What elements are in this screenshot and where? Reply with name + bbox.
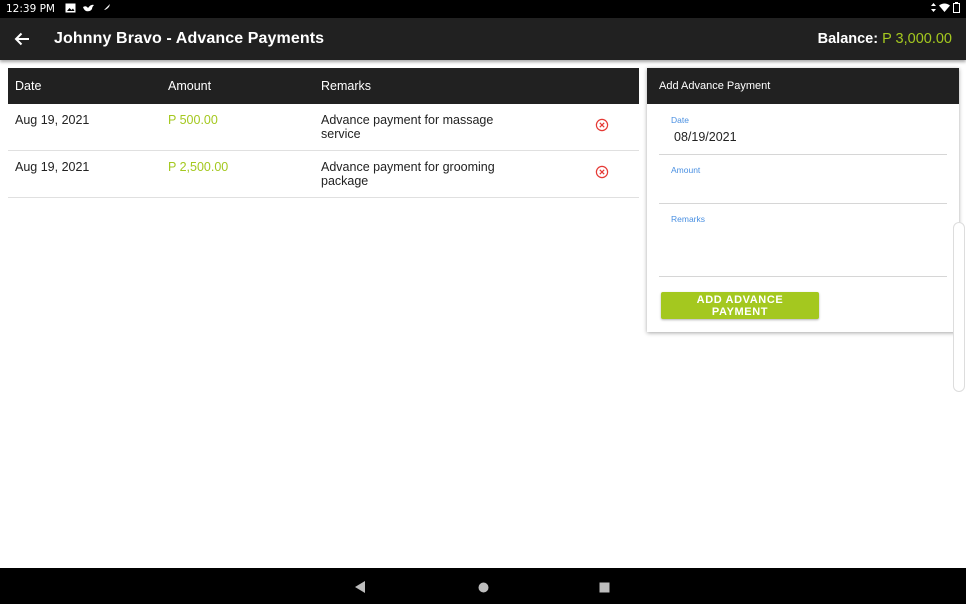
header-date: Date bbox=[15, 79, 42, 93]
payments-table: Date Amount Remarks Aug 19, 2021 P 500.0… bbox=[8, 68, 639, 198]
row-date: Aug 19, 2021 bbox=[15, 160, 90, 174]
date-label: Date bbox=[671, 115, 689, 125]
image-icon bbox=[65, 3, 76, 16]
add-advance-payment-button[interactable]: ADD ADVANCE PAYMENT bbox=[661, 292, 819, 319]
bird-icon bbox=[82, 3, 95, 16]
data-arrows-icon bbox=[931, 3, 936, 15]
row-amount: P 2,500.00 bbox=[168, 160, 229, 174]
back-arrow-icon[interactable] bbox=[10, 27, 34, 51]
feather-icon bbox=[101, 3, 111, 16]
amount-field[interactable]: Amount bbox=[659, 162, 947, 204]
delete-icon[interactable] bbox=[595, 165, 609, 179]
header-remarks: Remarks bbox=[321, 79, 372, 93]
remarks-field[interactable]: Remarks bbox=[659, 210, 947, 277]
nav-recents-icon[interactable] bbox=[599, 580, 610, 598]
amount-label: Amount bbox=[671, 165, 701, 175]
delete-icon[interactable] bbox=[595, 118, 609, 132]
remarks-label: Remarks bbox=[671, 214, 706, 224]
table-row: Aug 19, 2021 P 500.00 Advance payment fo… bbox=[8, 104, 639, 151]
wifi-icon bbox=[939, 3, 950, 15]
table-row: Aug 19, 2021 P 2,500.00 Advance payment … bbox=[8, 151, 639, 198]
balance-display: Balance: P 3,000.00 bbox=[818, 31, 952, 47]
add-payment-card: Add Advance Payment Date 08/19/2021 Amou… bbox=[647, 68, 965, 392]
row-date: Aug 19, 2021 bbox=[15, 113, 90, 127]
card-title: Add Advance Payment bbox=[647, 68, 959, 104]
row-amount: P 500.00 bbox=[168, 113, 218, 127]
status-time: 12:39 PM bbox=[6, 3, 55, 15]
app-bar: Johnny Bravo - Advance Payments Balance:… bbox=[0, 18, 966, 60]
table-header: Date Amount Remarks bbox=[8, 68, 639, 104]
navigation-bar bbox=[0, 568, 966, 604]
date-value[interactable]: 08/19/2021 bbox=[674, 130, 737, 144]
nav-back-icon[interactable] bbox=[355, 580, 366, 598]
balance-label: Balance: bbox=[817, 31, 879, 47]
date-field[interactable]: Date 08/19/2021 bbox=[659, 112, 947, 155]
nav-home-icon[interactable] bbox=[478, 580, 489, 598]
row-remarks: Advance payment for massage service bbox=[321, 113, 494, 141]
balance-value: P 3,000.00 bbox=[882, 31, 952, 47]
edge-panel-handle[interactable] bbox=[953, 222, 965, 392]
status-bar: 12:39 PM bbox=[0, 0, 966, 18]
row-remarks: Advance payment for grooming package bbox=[321, 160, 495, 188]
page-title: Johnny Bravo - Advance Payments bbox=[54, 30, 325, 47]
battery-icon bbox=[953, 2, 960, 16]
header-amount: Amount bbox=[168, 79, 212, 93]
